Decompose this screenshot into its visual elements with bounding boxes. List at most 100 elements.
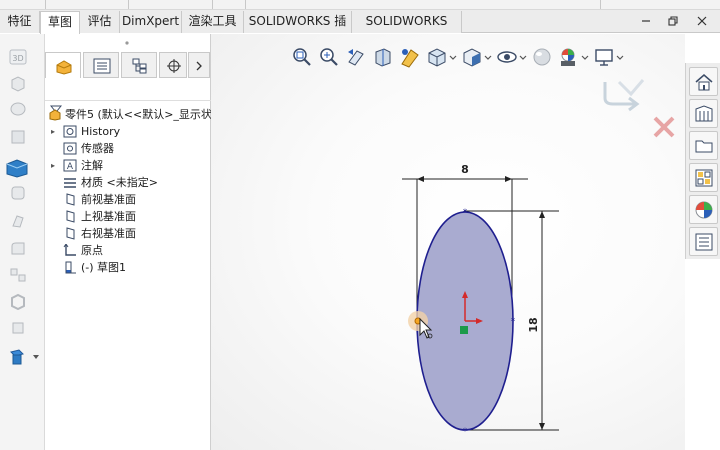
exit-sketch-icon[interactable] — [601, 78, 647, 112]
chevron-down-icon[interactable] — [615, 46, 625, 68]
tree-item-sketch1[interactable]: (-) 草图1 — [45, 259, 211, 276]
revolve-icon[interactable] — [8, 100, 28, 118]
tab-evaluate[interactable]: 评估 — [80, 11, 120, 33]
restore-icon[interactable] — [667, 15, 679, 27]
toolbar-separator — [212, 0, 213, 9]
width-dimension-text[interactable]: 8 — [461, 163, 469, 176]
chevron-right-icon — [196, 61, 202, 71]
tree-item-history[interactable]: ▸ History — [45, 123, 211, 140]
task-pane — [685, 63, 720, 259]
toolbar-separator — [245, 0, 246, 9]
height-dimension-text[interactable]: 18 — [527, 317, 540, 332]
mirror-icon[interactable] — [8, 318, 28, 336]
expand-arrow-icon[interactable]: ▸ — [51, 123, 59, 140]
chevron-down-icon[interactable] — [580, 46, 590, 68]
configuration-manager-icon — [132, 58, 147, 74]
toolbar-separator — [600, 0, 601, 9]
tab-solidworks-addins[interactable]: SOLIDWORKS 插件 — [244, 11, 352, 49]
tree-item-right-plane[interactable]: 右视基准面 — [45, 225, 211, 242]
tree-root[interactable]: 零件5 (默认<<默认>_显示状 — [45, 106, 211, 123]
previous-view-icon[interactable] — [345, 46, 367, 68]
tree-item-label: 前视基准面 — [81, 193, 136, 206]
chevron-down-icon[interactable] — [483, 46, 493, 68]
svg-text:*: * — [511, 317, 516, 327]
origin-point-icon — [460, 326, 468, 334]
feature-manager-icon — [56, 60, 72, 75]
svg-text:A: A — [67, 162, 74, 172]
tab-appearances-scenes[interactable] — [689, 195, 718, 224]
appearances-icon — [695, 201, 713, 219]
zoom-area-icon[interactable] — [318, 46, 340, 68]
tab-custom-properties[interactable] — [689, 227, 718, 256]
properties-icon — [695, 233, 713, 251]
apply-scene-icon[interactable] — [557, 46, 579, 68]
toolbar-separator — [128, 0, 129, 9]
tree-item-sensors[interactable]: 传感器 — [45, 140, 211, 157]
collapse-dot-icon[interactable] — [124, 40, 130, 46]
graphics-area[interactable]: 8 18 * * * — [211, 34, 685, 450]
plane-icon — [66, 193, 75, 206]
tab-dimxpert-manager[interactable] — [159, 52, 187, 78]
tab-configuration-manager[interactable] — [121, 52, 157, 78]
tab-file-explorer[interactable] — [689, 131, 718, 160]
tab-render-tools[interactable]: 渲染工具 — [182, 11, 244, 33]
tab-scroll[interactable] — [188, 52, 210, 78]
view-settings-icon[interactable] — [593, 46, 615, 68]
fillet-icon[interactable] — [8, 240, 28, 258]
tree-item-label: 注解 — [81, 159, 103, 172]
tree-item-label: 材质 <未指定> — [81, 176, 158, 189]
feature-manager-panel: 零件5 (默认<<默认>_显示状 ▸ History 传感器 ▸ A 注解 材质… — [45, 34, 211, 450]
sketch-icon — [65, 261, 76, 274]
tab-property-manager[interactable] — [83, 52, 119, 78]
view-orientation-icon[interactable] — [426, 46, 448, 68]
tab-view-palette[interactable] — [689, 163, 718, 192]
loft-icon[interactable] — [4, 156, 30, 178]
toolbar-separator — [45, 0, 46, 9]
svg-text:*: * — [463, 208, 468, 218]
chevron-down-icon[interactable] — [448, 46, 458, 68]
dynamic-annotation-icon[interactable] — [399, 46, 421, 68]
tab-design-library[interactable] — [689, 99, 718, 128]
chevron-down-icon[interactable] — [518, 46, 528, 68]
tree-item-top-plane[interactable]: 上视基准面 — [45, 208, 211, 225]
home-icon — [695, 74, 713, 91]
tree-item-annotations[interactable]: ▸ A 注解 — [45, 157, 211, 174]
tab-solidworks-mbd[interactable]: SOLIDWORKS MBD — [352, 11, 462, 49]
close-icon[interactable] — [696, 15, 708, 27]
sketch-canvas[interactable]: 8 18 * * * — [391, 159, 571, 450]
zoom-to-fit-icon[interactable] — [291, 46, 313, 68]
tree-item-front-plane[interactable]: 前视基准面 — [45, 191, 211, 208]
expand-arrow-icon[interactable]: ▸ — [51, 157, 59, 174]
left-sketch-toolbar: 3D — [0, 34, 45, 450]
library-icon — [695, 105, 713, 122]
extrude-icon[interactable] — [8, 74, 28, 92]
tab-feature-manager[interactable] — [45, 52, 81, 78]
reference-geometry-icon[interactable] — [5, 346, 41, 366]
tree-item-label: 右视基准面 — [81, 227, 136, 240]
shell-icon[interactable] — [8, 292, 28, 310]
edit-appearance-icon[interactable] — [531, 46, 553, 68]
tab-features[interactable]: 特征 — [0, 11, 40, 33]
material-icon — [64, 178, 76, 188]
cut-icon[interactable] — [8, 212, 28, 230]
pattern-icon[interactable] — [8, 266, 28, 284]
display-style-icon[interactable] — [461, 46, 483, 68]
3d-sketch-icon[interactable]: 3D — [8, 48, 28, 66]
section-view-icon[interactable] — [372, 46, 394, 68]
tab-sketch[interactable]: 草图 — [40, 11, 80, 34]
heads-up-view-toolbar — [291, 44, 631, 72]
minimize-icon[interactable] — [640, 15, 652, 27]
view-palette-icon — [695, 169, 713, 187]
history-icon — [63, 125, 77, 138]
tree-item-material[interactable]: 材质 <未指定> — [45, 174, 211, 191]
tree-item-origin[interactable]: 原点 — [45, 242, 211, 259]
tab-dimxpert[interactable]: DimXpert — [120, 11, 182, 33]
sweep-icon[interactable] — [8, 128, 28, 146]
cancel-sketch-icon[interactable] — [651, 114, 677, 140]
boundary-icon[interactable] — [8, 184, 28, 202]
tree-item-label: 传感器 — [81, 142, 114, 155]
annotation-icon: A — [63, 159, 77, 172]
tab-solidworks-resources[interactable] — [689, 67, 718, 96]
sensor-icon — [63, 142, 77, 155]
hide-show-items-icon[interactable] — [496, 46, 518, 68]
